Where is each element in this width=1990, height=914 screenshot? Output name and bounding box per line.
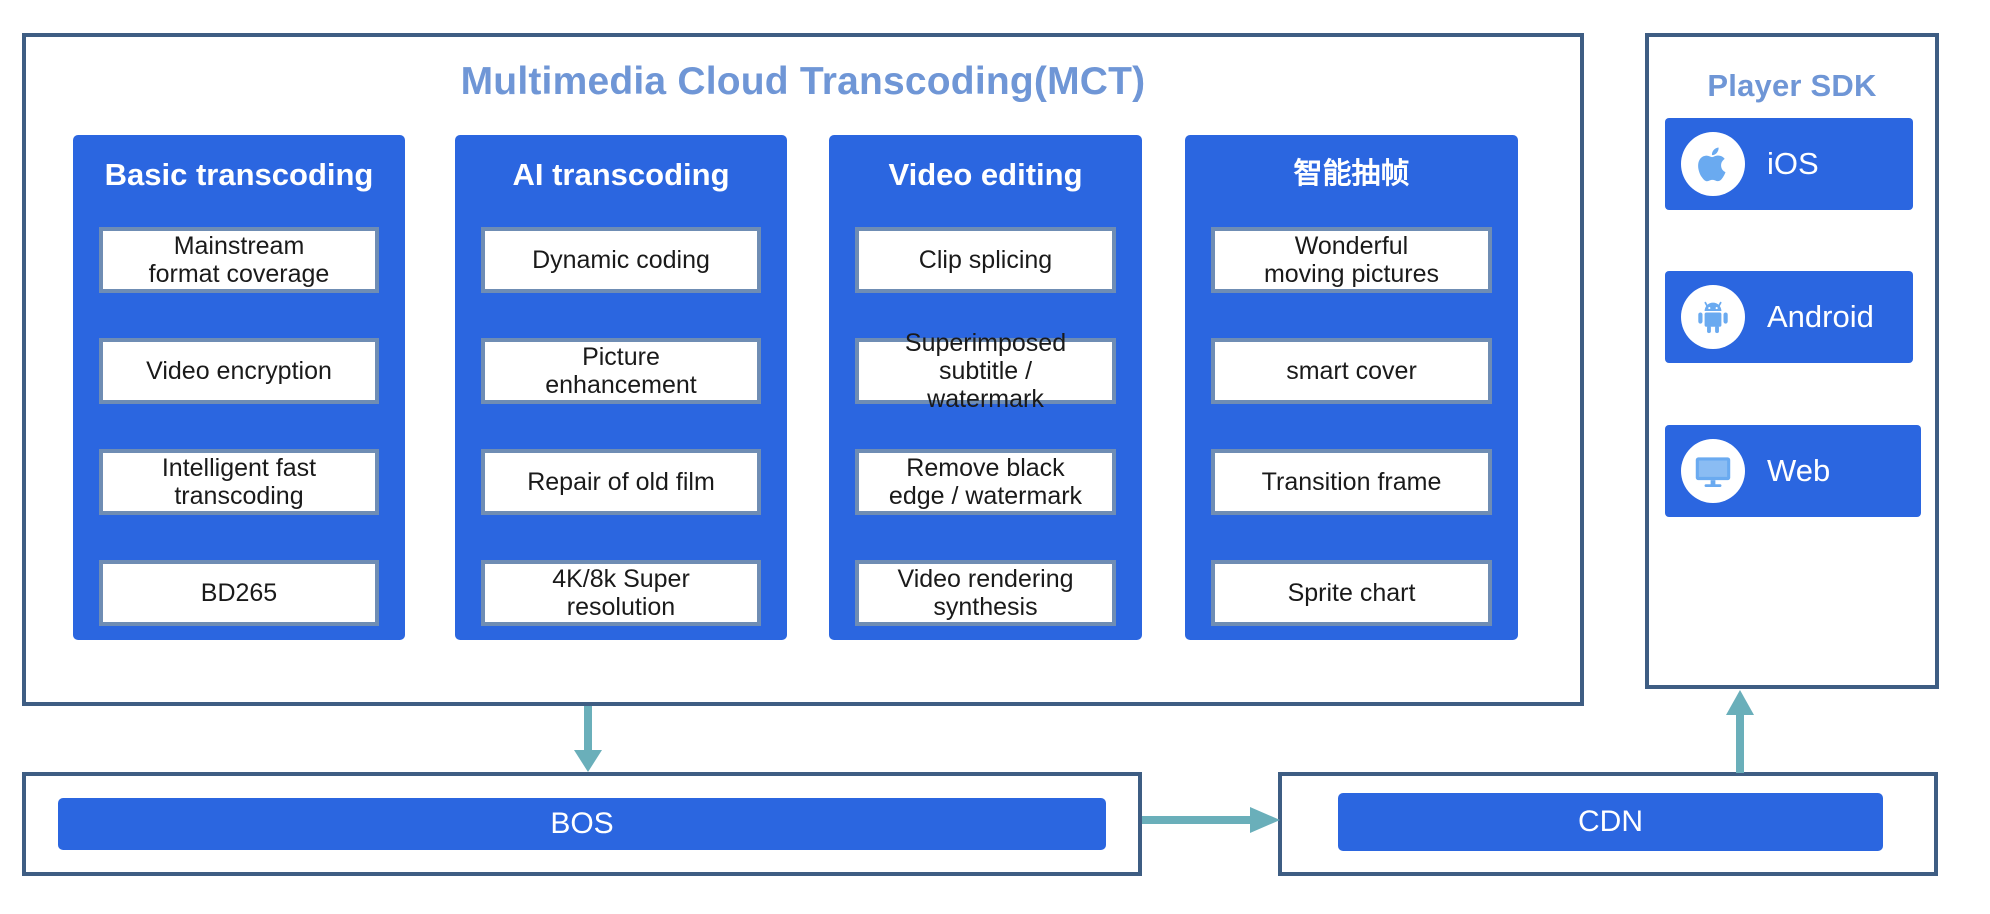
column-basic-transcoding: Basic transcoding Mainstream format cover… [73, 135, 405, 640]
android-icon [1681, 285, 1745, 349]
platform-row-ios[interactable]: iOS [1665, 118, 1913, 210]
arrow-cdn-to-player-sdk-icon [1722, 689, 1758, 773]
bos-bar[interactable]: BOS [58, 798, 1106, 850]
feature-card-label: 4K/8k Super resolution [552, 565, 690, 621]
mct-title: Multimedia Cloud Transcoding(MCT) [460, 60, 1146, 103]
platform-row-android[interactable]: Android [1665, 271, 1913, 363]
column-ai-transcoding: AI transcoding Dynamic coding Picture enh… [455, 135, 787, 640]
column-card-list: Wonderful moving pictures smart cover Tra… [1185, 213, 1518, 640]
feature-card[interactable]: Wonderful moving pictures [1211, 227, 1492, 293]
column-header: AI transcoding [512, 157, 730, 192]
feature-card-label: Clip splicing [918, 246, 1053, 274]
feature-card-label: Dynamic coding [532, 246, 710, 274]
column-card-list: Clip splicing Superimposed subtitle / wate… [829, 213, 1142, 640]
feature-card-label: Superimposed subtitle / watermark [904, 329, 1067, 413]
feature-card-label: Repair of old film [527, 468, 715, 496]
player-sdk-title: Player SDK [1707, 68, 1877, 103]
feature-card[interactable]: Clip splicing [855, 227, 1116, 293]
feature-card[interactable]: Remove black edge / watermark [855, 449, 1116, 515]
feature-card[interactable]: Superimposed subtitle / watermark [855, 329, 1116, 413]
feature-card-label: Picture enhancement [545, 343, 697, 399]
bos-label: BOS [550, 807, 614, 840]
column-header: Video editing [888, 157, 1083, 192]
feature-card-label: Sprite chart [1287, 579, 1416, 607]
column-header: 智能抽帧 [1293, 156, 1410, 190]
column-video-editing: Video editing Clip splicing Superimposed… [829, 135, 1142, 640]
column-card-list: Dynamic coding Picture enhancement Repair… [455, 213, 787, 640]
feature-card[interactable]: Video rendering synthesis [855, 560, 1116, 626]
feature-card-label: Transition frame [1261, 468, 1442, 496]
feature-card[interactable]: Picture enhancement [481, 338, 761, 404]
feature-card[interactable]: Dynamic coding [481, 227, 761, 293]
feature-card[interactable]: Sprite chart [1211, 560, 1492, 626]
arrow-bos-to-cdn-icon [1142, 800, 1282, 840]
column-smart-frame-extraction: 智能抽帧 Wonderful moving pictures smart cove… [1185, 135, 1518, 640]
platform-label: Android [1767, 299, 1874, 334]
feature-card[interactable]: 4K/8k Super resolution [481, 560, 761, 626]
platform-label: Web [1767, 453, 1831, 488]
feature-card-label: smart cover [1286, 357, 1417, 385]
feature-card[interactable]: BD265 [99, 560, 379, 626]
feature-card-label: BD265 [200, 579, 278, 607]
cdn-bar[interactable]: CDN [1338, 793, 1883, 851]
feature-card[interactable]: Transition frame [1211, 449, 1492, 515]
column-card-list: Mainstream format coverage Video encrypti… [73, 213, 405, 640]
feature-card-label: Remove black edge / watermark [888, 454, 1083, 510]
feature-card-label: Intelligent fast transcoding [161, 454, 317, 510]
feature-card[interactable]: smart cover [1211, 338, 1492, 404]
cdn-label: CDN [1578, 805, 1643, 838]
monitor-icon [1681, 439, 1745, 503]
platform-row-web[interactable]: Web [1665, 425, 1921, 517]
feature-card[interactable]: Mainstream format coverage [99, 227, 379, 293]
column-header: Basic transcoding [104, 157, 374, 192]
arrow-mct-to-bos-icon [570, 706, 606, 774]
feature-card-label: Video rendering synthesis [897, 565, 1074, 621]
feature-card-label: Mainstream format coverage [148, 232, 330, 288]
platform-label: iOS [1767, 146, 1819, 181]
feature-card[interactable]: Intelligent fast transcoding [99, 449, 379, 515]
feature-card[interactable]: Repair of old film [481, 449, 761, 515]
feature-card-label: Wonderful moving pictures [1263, 232, 1440, 288]
feature-card[interactable]: Video encryption [99, 338, 379, 404]
feature-card-label: Video encryption [146, 357, 332, 385]
apple-icon [1681, 132, 1745, 196]
architecture-diagram: Multimedia Cloud Transcoding(MCT) Basic … [0, 0, 1990, 914]
